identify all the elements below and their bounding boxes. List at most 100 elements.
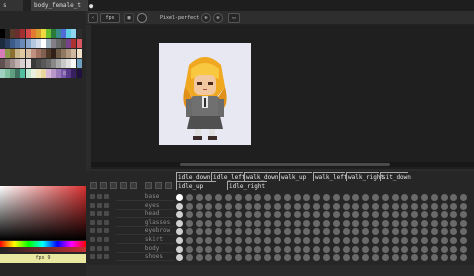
frame-cell[interactable] xyxy=(293,254,301,262)
frame-cell[interactable] xyxy=(372,237,379,244)
frame-cell[interactable] xyxy=(430,219,438,227)
frame-cell[interactable] xyxy=(421,219,428,227)
eye-icon[interactable] xyxy=(90,245,95,251)
frame-cell[interactable] xyxy=(362,219,370,227)
frame-cell[interactable] xyxy=(225,245,232,253)
layer-options-button[interactable] xyxy=(165,182,172,189)
frame-cell[interactable] xyxy=(225,237,232,244)
frame-cell[interactable] xyxy=(244,211,252,219)
frame-cell[interactable] xyxy=(332,245,340,253)
frame-cell[interactable] xyxy=(195,219,203,227)
tag-idle-right[interactable]: idle_right xyxy=(227,181,267,190)
layer-row-base[interactable]: base xyxy=(116,193,174,201)
eye-icon[interactable] xyxy=(90,194,95,199)
link-icon[interactable] xyxy=(104,228,109,234)
frame-cell[interactable] xyxy=(430,194,438,201)
frame-cell[interactable] xyxy=(244,254,252,262)
frame-cell[interactable] xyxy=(185,202,193,210)
frame-cell[interactable] xyxy=(342,202,350,210)
frame-cell[interactable] xyxy=(342,254,350,262)
eye-icon[interactable] xyxy=(90,237,95,242)
close-tab-icon[interactable]: ● xyxy=(89,2,93,10)
frame-cell[interactable] xyxy=(430,245,438,253)
frame-cell[interactable] xyxy=(323,219,330,227)
frame-cell[interactable] xyxy=(381,254,389,262)
frame-cell[interactable] xyxy=(274,219,281,227)
frame-cell[interactable] xyxy=(352,202,360,210)
frame-cell[interactable] xyxy=(342,219,350,227)
color-value-field[interactable]: fps 9 xyxy=(0,254,86,263)
link-icon[interactable] xyxy=(104,202,109,208)
tag-idle-down[interactable]: idle_down xyxy=(176,172,211,181)
frame-cell[interactable] xyxy=(244,228,252,236)
grid-icon[interactable]: ▦ xyxy=(124,13,134,23)
frame-cell[interactable] xyxy=(234,245,242,253)
frame-cell[interactable] xyxy=(332,202,340,210)
frame-cell[interactable] xyxy=(323,202,330,210)
frame-cell[interactable] xyxy=(430,254,438,262)
frame-cell[interactable] xyxy=(264,219,272,227)
palette-swatch[interactable] xyxy=(76,49,82,58)
frame-cell[interactable] xyxy=(381,211,389,219)
frame-cell[interactable] xyxy=(303,245,311,253)
frame-cell[interactable] xyxy=(381,245,389,253)
play-button[interactable] xyxy=(110,182,117,189)
symmetry-y-icon[interactable]: ⊕ xyxy=(213,13,223,23)
frame-cell[interactable] xyxy=(293,202,301,210)
frame-cell[interactable] xyxy=(244,194,252,201)
frame-cell[interactable] xyxy=(234,211,242,219)
frame-cell[interactable] xyxy=(283,254,291,262)
frame-cell[interactable] xyxy=(195,254,203,262)
frame-cell[interactable] xyxy=(225,194,232,201)
eye-icon[interactable] xyxy=(90,228,95,234)
eye-icon[interactable] xyxy=(90,202,95,208)
frame-cell[interactable] xyxy=(332,211,340,219)
frame-cell[interactable] xyxy=(244,219,252,227)
frame-cell[interactable] xyxy=(391,254,399,262)
lock-icon[interactable] xyxy=(97,219,102,225)
frame-cell[interactable] xyxy=(254,245,262,253)
frame-cell[interactable] xyxy=(381,219,389,227)
prev-frame-button[interactable] xyxy=(100,182,107,189)
frame-cell[interactable] xyxy=(293,237,301,244)
canvas-scrollbar-thumb[interactable] xyxy=(180,163,390,166)
frame-cell[interactable] xyxy=(450,245,458,253)
frame-cell[interactable] xyxy=(332,219,340,227)
lock-icon[interactable] xyxy=(97,237,102,242)
frame-cell[interactable] xyxy=(185,194,193,201)
lock-icon[interactable] xyxy=(97,194,102,199)
frame-cell[interactable] xyxy=(440,245,448,253)
tab-first[interactable]: s xyxy=(0,0,24,11)
frame-cell[interactable] xyxy=(313,202,321,210)
layer-row-eyebrow[interactable]: eyebrow xyxy=(116,227,174,236)
frame-cell[interactable] xyxy=(372,202,379,210)
next-frame-button[interactable] xyxy=(120,182,127,189)
frame-cell[interactable] xyxy=(391,245,399,253)
color-spectrum[interactable] xyxy=(0,186,86,240)
frame-cell[interactable] xyxy=(391,211,399,219)
frame-cell[interactable] xyxy=(293,194,301,201)
frame-cell[interactable] xyxy=(332,254,340,262)
frame-cell[interactable] xyxy=(264,245,272,253)
frame-cell[interactable] xyxy=(185,211,193,219)
frame-cell[interactable] xyxy=(195,237,203,244)
frame-cell[interactable] xyxy=(283,245,291,253)
canvas-area[interactable] xyxy=(91,25,474,169)
frame-cell[interactable] xyxy=(391,202,399,210)
frame-cell[interactable] xyxy=(332,194,340,201)
frame-cell[interactable] xyxy=(313,219,321,227)
link-icon[interactable] xyxy=(104,194,109,199)
frame-cell[interactable] xyxy=(293,211,301,219)
frame-cell[interactable] xyxy=(440,194,448,201)
frame-cell[interactable] xyxy=(323,237,330,244)
frame-cell[interactable] xyxy=(411,202,419,210)
link-icon[interactable] xyxy=(104,237,109,242)
frame-cell[interactable] xyxy=(391,194,399,201)
link-icon[interactable] xyxy=(104,211,109,217)
frame-cell[interactable] xyxy=(234,219,242,227)
frame-cell[interactable] xyxy=(411,245,419,253)
frame-cell[interactable] xyxy=(430,237,438,244)
frame-cell[interactable] xyxy=(293,228,301,236)
frame-cell[interactable] xyxy=(342,194,350,201)
tag-walk-left[interactable]: walk_left xyxy=(313,172,348,181)
